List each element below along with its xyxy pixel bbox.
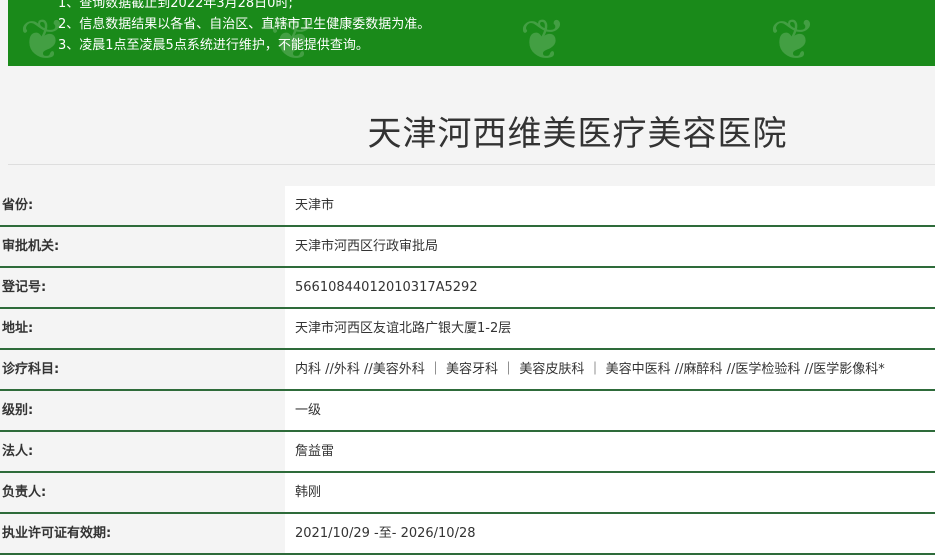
table-row-registration-number: 登记号: 56610844012010317A5292 <box>0 268 935 309</box>
row-label: 地址: <box>0 309 285 348</box>
row-value: 天津市河西区行政审批局 <box>285 227 935 266</box>
page-title: 天津河西维美医疗美容医院 <box>367 114 788 154</box>
notice-item: 2、信息数据结果以各省、自治区、直辖市卫生健康委数据为准。 <box>58 17 431 32</box>
table-row-legal-person: 法人: 詹益雷 <box>0 432 935 473</box>
row-value: 詹益雷 <box>285 432 935 471</box>
row-label: 级别: <box>0 391 285 430</box>
table-row-province: 省份: 天津市 <box>0 186 935 227</box>
notice-item: 1、查询数据截止到2022年3月28日0时; <box>58 0 293 11</box>
table-row-address: 地址: 天津市河西区友谊北路广银大厦1-2层 <box>0 309 935 350</box>
watermark-leaf-icon: ❦ <box>519 8 567 66</box>
table-row-departments: 诊疗科目: 内科 //外科 //美容外科 ｜ 美容牙科 ｜ 美容皮肤科 ｜ 美容… <box>0 350 935 391</box>
row-label: 省份: <box>0 186 285 225</box>
notice-list: 1、查询数据截止到2022年3月28日0时; 2、信息数据结果以各省、自治区、直… <box>58 0 430 56</box>
row-label: 执业许可证有效期: <box>0 514 285 553</box>
row-value: 内科 //外科 //美容外科 ｜ 美容牙科 ｜ 美容皮肤科 ｜ 美容中医科 //… <box>285 350 935 389</box>
watermark-leaf-icon: ❦ <box>769 8 817 66</box>
row-value: 韩刚 <box>285 473 935 512</box>
row-value: 2021/10/29 -至- 2026/10/28 <box>285 514 935 553</box>
table-row-person-in-charge: 负责人: 韩刚 <box>0 473 935 514</box>
row-label: 法人: <box>0 432 285 471</box>
row-label: 审批机关: <box>0 227 285 266</box>
row-value: 56610844012010317A5292 <box>285 268 935 307</box>
page-header: 天津河西维美医疗美容医院 <box>0 66 935 166</box>
details-table: 省份: 天津市 审批机关: 天津市河西区行政审批局 登记号: 566108440… <box>0 186 935 555</box>
table-row-approval-authority: 审批机关: 天津市河西区行政审批局 <box>0 227 935 268</box>
row-label: 登记号: <box>0 268 285 307</box>
row-label: 负责人: <box>0 473 285 512</box>
row-value: 天津市 <box>285 186 935 225</box>
notice-item: 3、凌晨1点至凌晨5点系统进行维护，不能提供查询。 <box>58 38 369 53</box>
row-label: 诊疗科目: <box>0 350 285 389</box>
header-divider <box>8 164 935 165</box>
table-row-level: 级别: 一级 <box>0 391 935 432</box>
table-row-license-validity: 执业许可证有效期: 2021/10/29 -至- 2026/10/28 <box>0 514 935 555</box>
row-value: 天津市河西区友谊北路广银大厦1-2层 <box>285 309 935 348</box>
row-value: 一级 <box>285 391 935 430</box>
notice-banner: ❦ ❦ ❦ ❦ 1、查询数据截止到2022年3月28日0时; 2、信息数据结果以… <box>8 0 935 66</box>
